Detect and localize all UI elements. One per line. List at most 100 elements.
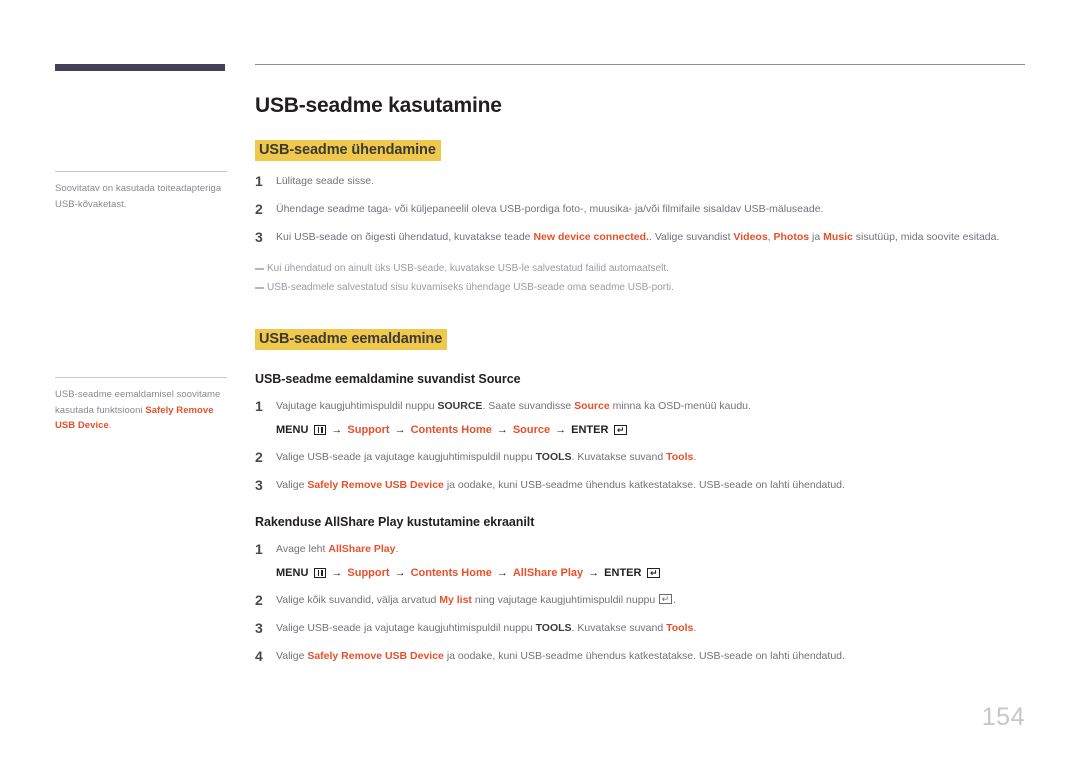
step-text-part: . xyxy=(693,451,697,463)
menu-grid-icon xyxy=(314,568,327,578)
step-text-part: Valige USB-seade ja vajutage kaugjuhtimi… xyxy=(276,622,536,634)
step-text-part: Avage leht xyxy=(276,543,329,555)
emphasis-safely-remove: Safely Remove USB Device xyxy=(307,650,444,662)
step-list-allshare: 1 Avage leht AllShare Play. MENU → Suppo… xyxy=(255,542,1025,664)
step-number: 2 xyxy=(255,592,263,608)
arrow-icon: → xyxy=(394,424,406,436)
emphasis-source-button: SOURCE xyxy=(437,400,483,412)
step-text: Valige Safely Remove USB Device ja oodak… xyxy=(276,478,1025,493)
breadcrumb-contents-home: Contents Home xyxy=(410,424,492,436)
step-text: Ühendage seadme taga- või küljepaneelil … xyxy=(276,202,1025,217)
breadcrumb-contents-home: Contents Home xyxy=(410,567,492,579)
menu-label: MENU xyxy=(276,424,309,436)
breadcrumb-allshare-play: AllShare Play xyxy=(512,567,584,579)
emphasis-photos: Photos xyxy=(773,231,810,243)
sidebar-accent-bar xyxy=(55,64,225,71)
note-list-connect: Kui ühendatud on ainult üks USB-seade, k… xyxy=(255,262,1025,295)
step-text: Valige kõik suvandid, välja arvatud My l… xyxy=(276,593,1025,608)
enter-label: ENTER xyxy=(604,567,642,579)
step-text-part: sisutüüp, mida soovite esitada. xyxy=(852,231,1000,243)
document-page: Soovitatav on kasutada toiteadapteriga U… xyxy=(0,0,1080,763)
step-item: 3 Kui USB-seade on õigesti ühendatud, ku… xyxy=(255,230,1025,245)
section-usb-removal: USB-seadme eemaldamine USB-seadme eemald… xyxy=(255,329,1025,664)
step-text-part: . xyxy=(693,622,697,634)
sidebar-note-text-tail: . xyxy=(108,420,112,431)
step-item: 3 Valige USB-seade ja vajutage kaugjuhti… xyxy=(255,621,1025,636)
step-list-connect: 1 Lülitage seade sisse. 2 Ühendage seadm… xyxy=(255,174,1025,245)
enter-key-icon: ↵ xyxy=(647,568,661,578)
step-text-part: ja oodake, kuni USB-seadme ühendus katke… xyxy=(443,650,845,662)
page-number: 154 xyxy=(981,703,1025,731)
step-text-part: Valige kõik suvandid, välja arvatud xyxy=(276,594,440,606)
step-text-part: . Kuvatakse suvand xyxy=(571,451,667,463)
sidebar-note-power-adapter: Soovitatav on kasutada toiteadapteriga U… xyxy=(55,171,227,212)
dash-bullet-icon xyxy=(255,287,264,289)
emphasis-safely-remove: Safely Remove USB Device xyxy=(307,479,444,491)
step-text-part: . Saate suvandisse xyxy=(482,400,575,412)
section-usb-connect: USB-seadme ühendamine 1 Lülitage seade s… xyxy=(255,140,1025,295)
subsection-title-allshare: Rakenduse AllShare Play kustutamine ekra… xyxy=(255,515,535,529)
emphasis-tools-button: TOOLS xyxy=(535,451,572,463)
note-text: USB-seadmele salvestatud sisu kuvamiseks… xyxy=(267,282,674,293)
header-rule xyxy=(255,64,1025,65)
sidebar-note-safely-remove: USB-seadme eemaldamisel soovitame kasuta… xyxy=(55,377,227,434)
emphasis-music: Music xyxy=(823,231,853,243)
emphasis-allshare-play: AllShare Play xyxy=(328,543,396,555)
step-item: 1 Avage leht AllShare Play. xyxy=(255,542,1025,557)
main-content: USB-seadme kasutamine USB-seadme ühendam… xyxy=(255,64,1025,664)
menu-path-source: MENU → Support → Contents Home → Source … xyxy=(276,423,1025,437)
step-number: 3 xyxy=(255,477,263,493)
step-item: 3 Valige Safely Remove USB Device ja ood… xyxy=(255,478,1025,493)
step-text-part: minna ka OSD-menüü kaudu. xyxy=(609,400,751,412)
note-item: Kui ühendatud on ainult üks USB-seade, k… xyxy=(255,262,1025,276)
emphasis-tools-button: TOOLS xyxy=(535,622,572,634)
breadcrumb-support: Support xyxy=(347,424,390,436)
step-text-part: ning vajutage kaugjuhtimispuldil nuppu xyxy=(471,594,659,606)
step-text-part: Kui USB-seade on õigesti ühendatud, kuva… xyxy=(276,231,534,243)
step-text-part: Lülitage seade sisse. xyxy=(276,175,375,187)
step-number: 1 xyxy=(255,541,263,557)
step-text: Kui USB-seade on õigesti ühendatud, kuva… xyxy=(276,230,1025,245)
step-text: Valige Safely Remove USB Device ja oodak… xyxy=(276,649,1025,664)
step-number: 1 xyxy=(255,173,263,189)
emphasis-new-device-connected: New device connected. xyxy=(533,231,649,243)
step-item: 2 Valige USB-seade ja vajutage kaugjuhti… xyxy=(255,450,1025,465)
note-text: Kui ühendatud on ainult üks USB-seade, k… xyxy=(267,263,669,274)
step-item: 1 Vajutage kaugjuhtimispuldil nuppu SOUR… xyxy=(255,399,1025,414)
step-number: 1 xyxy=(255,398,263,414)
step-item: 2 Ühendage seadme taga- või küljepaneeli… xyxy=(255,202,1025,217)
step-number: 3 xyxy=(255,229,263,245)
step-number: 4 xyxy=(255,648,263,664)
step-text: Vajutage kaugjuhtimispuldil nuppu SOURCE… xyxy=(276,399,1025,414)
step-text-part: . Valige suvandist xyxy=(648,231,734,243)
step-item: 1 Lülitage seade sisse. xyxy=(255,174,1025,189)
step-text: Lülitage seade sisse. xyxy=(276,174,1025,189)
arrow-icon: → xyxy=(394,567,406,579)
page-title: USB-seadme kasutamine xyxy=(255,94,502,117)
sidebar: Soovitatav on kasutada toiteadapteriga U… xyxy=(55,64,227,431)
step-text: Valige USB-seade ja vajutage kaugjuhtimi… xyxy=(276,450,1025,465)
step-number: 3 xyxy=(255,620,263,636)
dash-bullet-icon xyxy=(255,268,264,270)
subsection-title-source: USB-seadme eemaldamine suvandist Source xyxy=(255,372,521,386)
step-text-part: ja xyxy=(809,231,824,243)
menu-grid-icon xyxy=(314,425,327,435)
step-text-part: . xyxy=(673,594,677,606)
menu-path-allshare: MENU → Support → Contents Home → AllShar… xyxy=(276,566,1025,580)
enter-key-icon: ↵ xyxy=(614,425,628,435)
breadcrumb-source: Source xyxy=(512,424,551,436)
step-text-part: Valige USB-seade ja vajutage kaugjuhtimi… xyxy=(276,451,536,463)
enter-key-icon: ↵ xyxy=(659,594,673,604)
step-number: 2 xyxy=(255,201,263,217)
menu-label: MENU xyxy=(276,567,309,579)
note-item: USB-seadmele salvestatud sisu kuvamiseks… xyxy=(255,281,1025,295)
arrow-icon: → xyxy=(496,567,508,579)
emphasis-source-menu: Source xyxy=(574,400,610,412)
step-item: 4 Valige Safely Remove USB Device ja ood… xyxy=(255,649,1025,664)
step-text: Valige USB-seade ja vajutage kaugjuhtimi… xyxy=(276,621,1025,636)
step-text: Avage leht AllShare Play. xyxy=(276,542,1025,557)
section-heading-usb-removal: USB-seadme eemaldamine xyxy=(255,329,448,350)
step-text-part: . xyxy=(395,543,399,555)
step-text-part: . Kuvatakse suvand xyxy=(571,622,667,634)
step-text-part: ja oodake, kuni USB-seadme ühendus katke… xyxy=(443,479,845,491)
